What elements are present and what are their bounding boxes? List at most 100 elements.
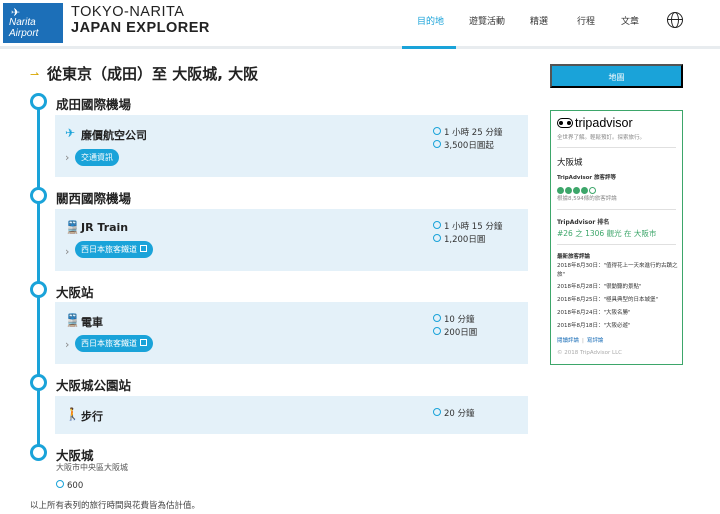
route-segment-flight: ✈ 廉價航空公司 › 交通資訊 1 小時 25 分鐘 3,500日圓起 <box>55 115 528 177</box>
yen-icon <box>433 234 441 242</box>
segment-price: 200日圓 <box>433 326 477 338</box>
rank-link[interactable]: #26 之 1306 觀光 在 大阪市 <box>557 228 656 239</box>
train-icon: 🚆 <box>65 220 80 234</box>
brand-title-line1[interactable]: TOKYO-NARITA <box>71 4 184 20</box>
duration-text: 1 小時 25 分鐘 <box>444 128 503 138</box>
operator-name: 西日本旅客鐵道 <box>81 245 137 254</box>
clock-icon <box>433 221 441 229</box>
read-reviews-link[interactable]: 閱讀評論 <box>557 338 579 344</box>
yen-icon <box>433 140 441 148</box>
recent-review-item[interactable]: 2018年8月30日："值得花上一天來進行的古蹟之旅" <box>557 262 678 280</box>
tripadvisor-tagline: 全世界了解。輕鬆預訂。探索旅行。 <box>557 135 646 141</box>
walk-icon: 🚶 <box>65 407 80 421</box>
rating-bubble-filled <box>557 187 564 194</box>
route-segment-walk: 🚶 步行 20 分鐘 <box>55 396 528 434</box>
logo-text-airport: Airport <box>9 28 39 39</box>
rating-bubble-filled <box>565 187 572 194</box>
timeline-stop-marker <box>30 187 47 204</box>
price-text: 1,200日圓 <box>444 235 486 245</box>
external-link-icon <box>140 245 147 252</box>
nav-articles[interactable]: 文章 <box>621 14 639 27</box>
chevron-right-icon[interactable]: › <box>65 245 69 258</box>
map-button[interactable]: 地圖 <box>550 64 683 88</box>
write-review-link[interactable]: 寫評論 <box>587 338 604 344</box>
segment-price: 1,200日圓 <box>433 233 485 245</box>
route-segment-jr-train: 🚆 JR Train › 西日本旅客鐵道 1 小時 15 分鐘 1,200日圓 <box>55 209 528 271</box>
tripadvisor-links: 閱讀評論 | 寫評論 <box>557 336 603 344</box>
tripadvisor-wordmark: tripadvisor <box>575 116 633 130</box>
operator-link-button[interactable]: 西日本旅客鐵道 <box>75 241 153 258</box>
nav-itineraries[interactable]: 行程 <box>577 14 595 27</box>
station-narita-airport: 成田國際機場 <box>56 97 132 112</box>
nav-active-indicator <box>402 46 456 49</box>
segment-title: 步行 <box>81 410 103 423</box>
timeline-stop-marker <box>30 374 47 391</box>
divider <box>557 147 676 148</box>
operator-link-button[interactable]: 西日本旅客鐵道 <box>75 335 153 352</box>
brand-title-line2[interactable]: JAPAN EXPLORER <box>71 20 210 36</box>
recent-review-item[interactable]: 2018年8月18日："大阪必遊" <box>557 322 678 331</box>
recent-review-item[interactable]: 2018年8月28日："很動聽的景點" <box>557 283 678 292</box>
page-title: 從東京（成田）至 大阪城, 大阪 <box>47 65 259 83</box>
recent-review-item[interactable]: 2018年8月25日："極具典型的日本城堡" <box>557 296 678 305</box>
tripadvisor-widget: tripadvisor 全世界了解。輕鬆預訂。探索旅行。 大阪城 TripAdv… <box>550 110 683 365</box>
segment-title: JR Train <box>81 221 129 234</box>
duration-text: 1 小時 15 分鐘 <box>444 222 503 232</box>
recent-reviews-label: 最新旅客評論 <box>557 254 591 260</box>
destination-address: 大阪市中央區大阪城 <box>56 463 128 472</box>
chevron-right-icon[interactable]: › <box>65 151 69 164</box>
station-kansai-airport: 關西國際機場 <box>56 191 132 206</box>
external-link-icon <box>140 339 147 346</box>
timeline-line <box>37 102 40 457</box>
segment-duration: 10 分鐘 <box>433 313 475 325</box>
rating-bubble-empty <box>589 187 596 194</box>
segment-price: 3,500日圓起 <box>433 139 494 151</box>
operator-name: 西日本旅客鐵道 <box>81 339 137 348</box>
nav-destinations[interactable]: 目的地 <box>417 14 444 27</box>
timeline-stop-marker <box>30 281 47 298</box>
destination-price: 600 <box>56 480 83 491</box>
narita-airport-logo[interactable]: ✈ Narita Airport <box>3 3 63 43</box>
duration-text: 20 分鐘 <box>444 409 475 419</box>
price-text: 3,500日圓起 <box>444 141 494 151</box>
transport-info-button[interactable]: 交通資訊 <box>75 149 119 166</box>
segment-duration: 1 小時 25 分鐘 <box>433 126 502 138</box>
divider <box>557 209 676 210</box>
yen-icon <box>56 480 64 488</box>
plane-icon: ✈ <box>65 126 76 140</box>
route-icon: ⇀ <box>30 68 40 81</box>
review-count-link[interactable]: 根據8,594條的旅客評論 <box>557 194 617 202</box>
train-icon: 🚆 <box>65 313 80 327</box>
duration-text: 10 分鐘 <box>444 315 475 325</box>
language-globe-icon[interactable] <box>667 12 683 28</box>
tripadvisor-location-link[interactable]: 大阪城 <box>557 156 583 168</box>
rating-label: TripAdvisor 旅客評等 <box>557 175 617 181</box>
station-osaka: 大阪站 <box>56 285 94 300</box>
clock-icon <box>433 314 441 322</box>
chevron-right-icon[interactable]: › <box>65 338 69 351</box>
link-separator: | <box>582 338 584 344</box>
timeline-stop-marker <box>30 93 47 110</box>
site-header: ✈ Narita Airport TOKYO-NARITA JAPAN EXPL… <box>0 0 720 46</box>
rank-label: TripAdvisor 排名 <box>557 219 610 226</box>
rating-bubble-filled <box>581 187 588 194</box>
segment-duration: 1 小時 15 分鐘 <box>433 220 502 232</box>
estimate-footnote: 以上所有表列的旅行時間與花費皆為估計值。 <box>30 501 201 511</box>
logo-text-narita: Narita <box>9 17 36 28</box>
yen-icon <box>433 327 441 335</box>
tripadvisor-copyright: © 2018 TripAdvisor LLC <box>557 350 622 356</box>
segment-title: 電車 <box>81 316 103 329</box>
segment-title: 廉價航空公司 <box>81 129 147 142</box>
nav-featured[interactable]: 精選 <box>530 14 548 27</box>
tripadvisor-owl-icon <box>557 118 573 128</box>
clock-icon <box>433 127 441 135</box>
tripadvisor-logo[interactable]: tripadvisor <box>557 116 633 130</box>
station-osakajo-koen: 大阪城公園站 <box>56 378 132 393</box>
nav-activities[interactable]: 遊覽活動 <box>469 14 505 27</box>
segment-duration: 20 分鐘 <box>433 407 475 419</box>
price-text: 200日圓 <box>444 328 478 338</box>
header-divider <box>0 46 720 49</box>
recent-review-item[interactable]: 2018年8月24日："大阪名勝" <box>557 309 678 318</box>
price-text: 600 <box>67 481 84 491</box>
divider <box>557 244 676 245</box>
